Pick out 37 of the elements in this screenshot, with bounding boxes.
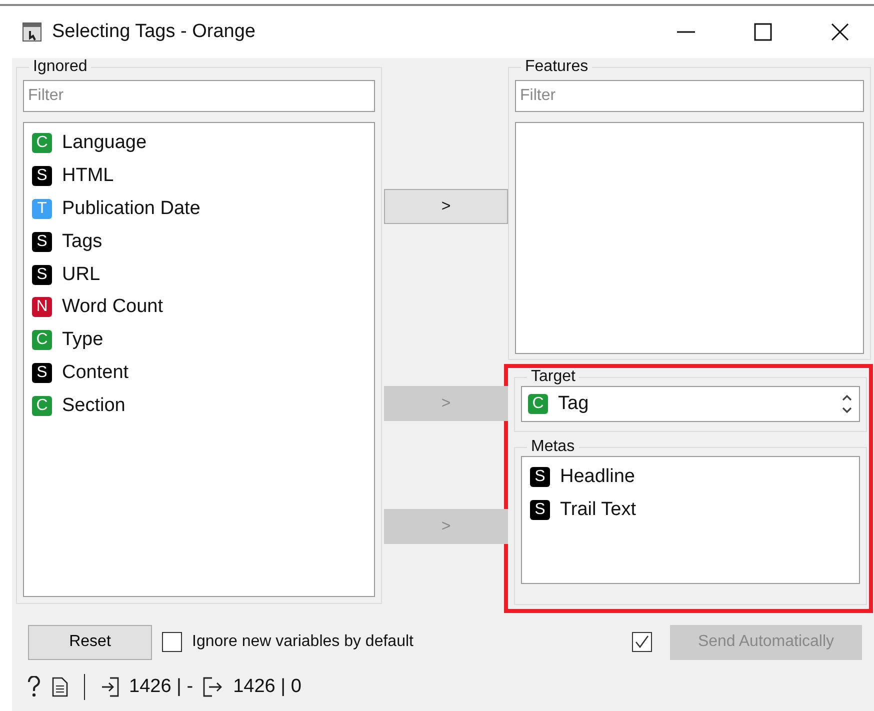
type-badge: S [530,467,550,488]
variable-name[interactable]: HTML [62,165,114,188]
output-count: 1426 | 0 [233,676,302,698]
variable-name[interactable]: Word Count [62,296,164,318]
window-title: Selecting Tags - Orange [52,21,256,43]
checkbox-label[interactable]: Ignore new variables by default [192,633,414,651]
type-badge: S [32,362,52,383]
variable-name[interactable]: Tags [62,230,102,253]
target-value: Tag [558,393,589,415]
reset-button[interactable]: Reset [28,624,152,660]
target-combo[interactable]: C Tag [521,386,860,422]
input-count: 1426 | - [129,676,194,698]
variable-name[interactable]: Content [62,362,129,384]
move-button[interactable]: > [384,189,508,224]
type-badge: N [32,297,52,318]
variable-name[interactable]: Headline [560,466,635,488]
variable-name[interactable]: Language [62,132,147,154]
type-badge: S [32,264,52,285]
group-label: Target [530,368,576,386]
variable-name[interactable]: URL [62,264,100,286]
variable-name[interactable]: Section [62,394,126,417]
variable-name[interactable]: Publication Date [62,198,200,220]
variable-name[interactable]: Trail Text [560,499,636,522]
variable-name[interactable]: Type [62,329,104,352]
type-badge: C [32,396,52,416]
group-label: Ignored [32,58,88,76]
group-label: Features [524,58,590,76]
type-badge: C [528,394,548,414]
group-label: Metas [530,438,576,456]
type-badge: S [530,500,550,520]
filter-field[interactable]: Filter [515,80,864,112]
type-badge: S [32,232,52,252]
type-badge: T [32,198,52,219]
type-badge: C [32,133,52,154]
type-badge: C [32,330,52,350]
filter-field[interactable]: Filter [23,80,375,112]
type-badge: S [32,166,52,186]
